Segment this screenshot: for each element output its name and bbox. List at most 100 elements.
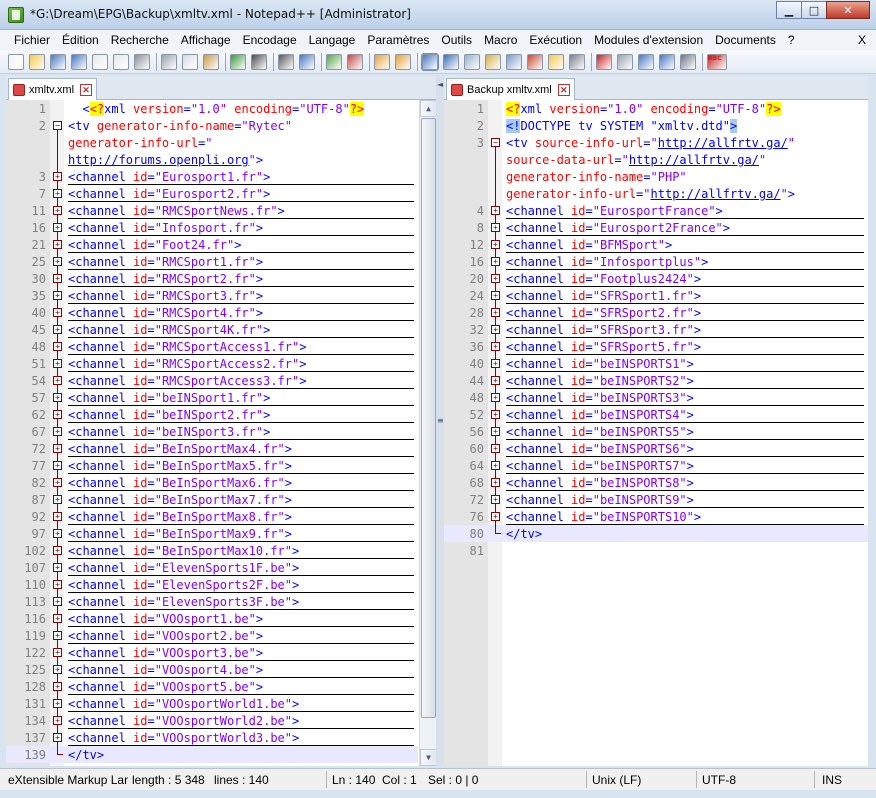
- fold-expand-icon[interactable]: +: [53, 393, 62, 402]
- fold-expand-icon[interactable]: +: [491, 325, 500, 334]
- fold-expand-icon[interactable]: +: [53, 223, 62, 232]
- fold-expand-icon[interactable]: +: [491, 461, 500, 470]
- fold-expand-icon[interactable]: +: [53, 376, 62, 385]
- fold-expand-icon[interactable]: +: [53, 325, 62, 334]
- splitter-left-arrow-icon[interactable]: ◄: [437, 80, 443, 89]
- code-line[interactable]: 52 + <channel id="beINSPORTS4">: [444, 406, 868, 423]
- menu-item-6[interactable]: Paramètres: [361, 33, 435, 47]
- code-line[interactable]: 72 + <channel id="BeInSportMax4.fr">: [6, 440, 418, 457]
- fold-expand-icon[interactable]: +: [491, 240, 500, 249]
- fold-expand-icon[interactable]: +: [491, 478, 500, 487]
- fold-expand-icon[interactable]: +: [53, 699, 62, 708]
- code-line[interactable]: 3 + <channel id="Eurosport1.fr">: [6, 168, 418, 185]
- close-all-icon[interactable]: [113, 53, 129, 70]
- code-line[interactable]: 116 + <channel id="VOOsport1.be">: [6, 610, 418, 627]
- code-line[interactable]: 28 + <channel id="SFRSport2.fr">: [444, 304, 868, 321]
- code-line[interactable]: 110 + <channel id="ElevenSports2F.be">: [6, 576, 418, 593]
- fold-expand-icon[interactable]: +: [53, 597, 62, 606]
- fold-expand-icon[interactable]: +: [491, 376, 500, 385]
- code-line[interactable]: 56 + <channel id="beINSPORTS5">: [444, 423, 868, 440]
- fold-expand-icon[interactable]: +: [53, 648, 62, 657]
- fold-expand-icon[interactable]: +: [491, 427, 500, 436]
- close-tab-icon[interactable]: ✕: [80, 83, 93, 96]
- code-line[interactable]: 60 + <channel id="beINSPORTS6">: [444, 440, 868, 457]
- menu-item-0[interactable]: Fichier: [8, 33, 56, 47]
- paste-icon[interactable]: [203, 53, 219, 70]
- code-line[interactable]: 40 + <channel id="RMCSport4.fr">: [6, 304, 418, 321]
- run-multiple-icon[interactable]: [659, 53, 675, 70]
- fold-expand-icon[interactable]: +: [53, 410, 62, 419]
- scroll-up-arrow-icon[interactable]: ▲: [420, 100, 436, 117]
- code-line[interactable]: 16 + <channel id="Infosport.fr">: [6, 219, 418, 236]
- left-code-editor[interactable]: ▲ ▼ 1 <<?xml version = "1.0" encoding = "UTF…: [6, 100, 436, 766]
- left-vertical-scrollbar[interactable]: ▲ ▼: [419, 100, 436, 766]
- menu-item-2[interactable]: Recherche: [105, 33, 175, 47]
- code-line[interactable]: 137 + <channel id="VOOsportWorld3.be">: [6, 729, 418, 746]
- fold-expand-icon[interactable]: +: [491, 495, 500, 504]
- fold-expand-icon[interactable]: +: [491, 274, 500, 283]
- undo-icon[interactable]: [230, 53, 246, 70]
- fold-expand-icon[interactable]: +: [53, 172, 62, 181]
- fold-expand-icon[interactable]: +: [491, 223, 500, 232]
- fold-expand-icon[interactable]: +: [491, 257, 500, 266]
- code-line[interactable]: 11 + <channel id="RMCSportNews.fr">: [6, 202, 418, 219]
- cut-icon[interactable]: [161, 53, 177, 70]
- sync-v-icon[interactable]: [374, 53, 390, 70]
- fold-expand-icon[interactable]: +: [53, 189, 62, 198]
- code-line[interactable]: 97 + <channel id="BeInSportMax9.fr">: [6, 525, 418, 542]
- find-icon[interactable]: [278, 53, 294, 70]
- code-line[interactable]: 122 + <channel id="VOOsport3.be">: [6, 644, 418, 661]
- zoom-out-icon[interactable]: [347, 53, 363, 70]
- menu-item-8[interactable]: Macro: [478, 33, 523, 47]
- fold-expand-icon[interactable]: +: [491, 291, 500, 300]
- menu-item-7[interactable]: Outils: [435, 33, 478, 47]
- fold-expand-icon[interactable]: +: [53, 733, 62, 742]
- record-macro-icon[interactable]: [596, 53, 612, 70]
- code-line[interactable]: 45 + <channel id="RMCSport4K.fr">: [6, 321, 418, 338]
- code-line[interactable]: 128 + <channel id="VOOsport5.be">: [6, 678, 418, 695]
- code-line[interactable]: 62 + <channel id="beINSport2.fr">: [6, 406, 418, 423]
- code-line[interactable]: 25 + <channel id="RMCSport1.fr">: [6, 253, 418, 270]
- fold-expand-icon[interactable]: +: [53, 461, 62, 470]
- code-line[interactable]: 72 + <channel id="beINSPORTS9">: [444, 491, 868, 508]
- code-line[interactable]: 87 + <channel id="BeInSportMax7.fr">: [6, 491, 418, 508]
- code-line[interactable]: 82 + <channel id="BeInSportMax6.fr">: [6, 474, 418, 491]
- menu-item-11[interactable]: Documents: [709, 33, 782, 47]
- code-line[interactable]: 76 + <channel id="beINSPORTS10">: [444, 508, 868, 525]
- save-all-icon[interactable]: [71, 53, 87, 70]
- fold-expand-icon[interactable]: +: [53, 206, 62, 215]
- code-line[interactable]: 92 + <channel id="BeInSportMax8.fr">: [6, 508, 418, 525]
- code-line[interactable]: 67 + <channel id="beINSport3.fr">: [6, 423, 418, 440]
- menu-item-4[interactable]: Encodage: [237, 33, 303, 47]
- close-tab-icon[interactable]: ✕: [557, 83, 570, 96]
- stop-macro-icon[interactable]: [617, 53, 633, 70]
- code-line[interactable]: 44 + <channel id="beINSPORTS2">: [444, 372, 868, 389]
- code-line[interactable]: 81: [444, 542, 868, 559]
- replace-icon[interactable]: [299, 53, 315, 70]
- fold-expand-icon[interactable]: +: [53, 478, 62, 487]
- fold-expand-icon[interactable]: +: [53, 614, 62, 623]
- fold-expand-icon[interactable]: +: [53, 257, 62, 266]
- fold-expand-icon[interactable]: +: [53, 665, 62, 674]
- code-line[interactable]: 140: [6, 763, 418, 766]
- code-line[interactable]: 1 <<?xml version="1.0" encoding="UTF-8"?…: [6, 100, 418, 117]
- fold-expand-icon[interactable]: +: [53, 631, 62, 640]
- fold-expand-icon[interactable]: +: [53, 342, 62, 351]
- udl-icon[interactable]: [485, 53, 501, 70]
- code-line[interactable]: 64 + <channel id="beINSPORTS7">: [444, 457, 868, 474]
- all-chars-icon[interactable]: [443, 53, 459, 70]
- zoom-in-icon[interactable]: [326, 53, 342, 70]
- code-line[interactable]: 51 + <channel id="RMCSportAccess2.fr">: [6, 355, 418, 372]
- minimize-button[interactable]: ▁: [776, 1, 802, 19]
- save-icon[interactable]: [50, 53, 66, 70]
- code-line[interactable]: 21 + <channel id="Foot24.fr">: [6, 236, 418, 253]
- code-line[interactable]: 2− <tv generator-info-name="Rytec": [6, 117, 418, 134]
- fold-expand-icon[interactable]: +: [53, 546, 62, 555]
- menu-item-9[interactable]: Exécution: [523, 33, 588, 47]
- menu-item-10[interactable]: Modules d'extension: [588, 33, 709, 47]
- fold-expand-icon[interactable]: +: [53, 563, 62, 572]
- code-line[interactable]: 4 + <channel id="EurosportFrance">: [444, 202, 868, 219]
- folder-workspace-icon[interactable]: [548, 53, 564, 70]
- tab-backup-xmltv-xml[interactable]: Backup xmltv.xml ✕: [446, 78, 575, 100]
- maximize-button[interactable]: □: [801, 1, 827, 19]
